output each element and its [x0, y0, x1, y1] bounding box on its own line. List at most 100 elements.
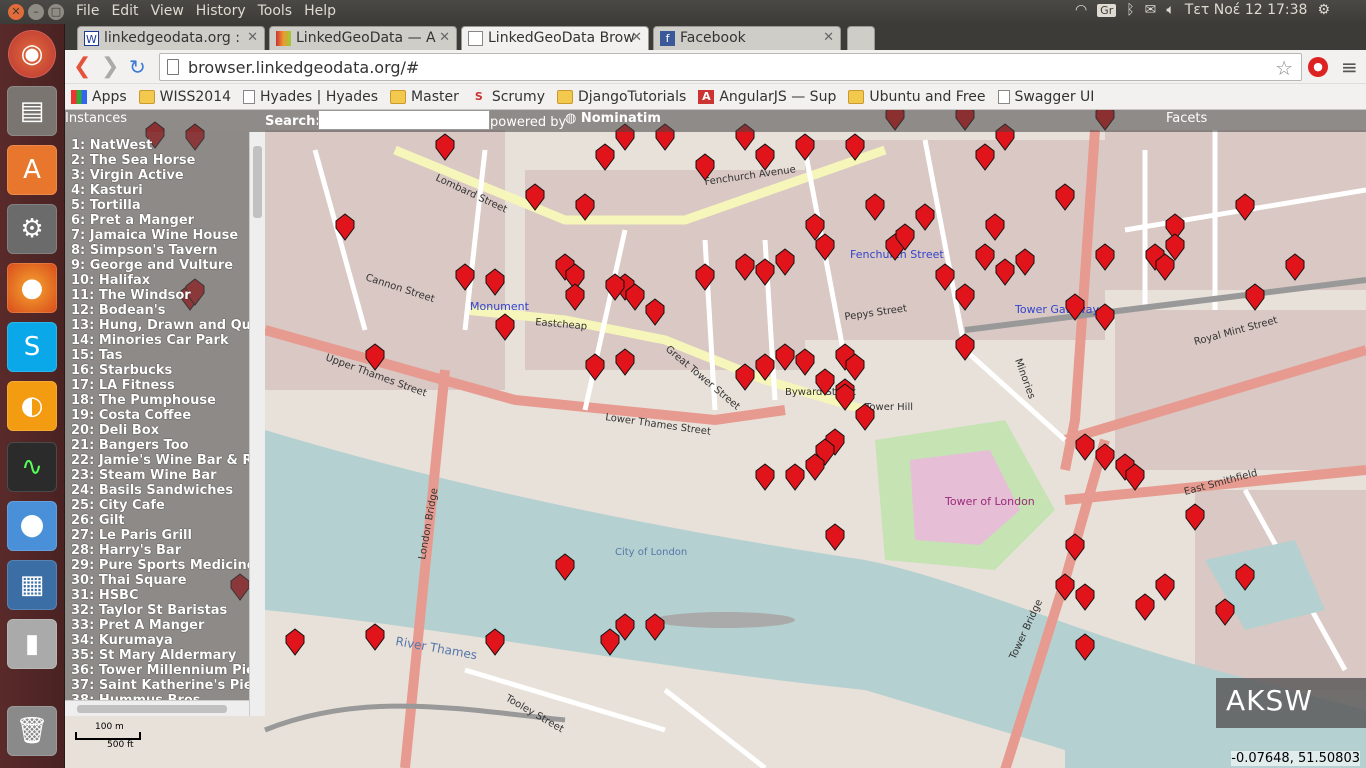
instance-item[interactable]: 37: Saint Katherine's Pier [71, 678, 265, 693]
instances-horizontal-scrollbar[interactable] [65, 700, 249, 716]
skype-icon[interactable]: S [7, 322, 57, 372]
adblock-icon[interactable]: ● [1308, 57, 1328, 77]
instance-item[interactable]: 19: Costa Coffee [71, 408, 265, 423]
instance-item[interactable]: 17: LA Fitness [71, 378, 265, 393]
software-center-icon[interactable]: A [7, 145, 57, 195]
menu-history[interactable]: History [190, 3, 252, 19]
new-tab-button[interactable] [847, 26, 875, 50]
mail-icon[interactable]: ✉ [1145, 2, 1157, 18]
wifi-icon[interactable]: ◠ [1075, 2, 1087, 18]
bookmark-scrumy[interactable]: S Scrumy [471, 89, 545, 105]
window-minimize-button[interactable]: – [28, 4, 44, 20]
clock[interactable]: Τετ Νοέ 12 17:38 [1185, 2, 1308, 18]
volume-icon[interactable]: 🔈︎ [1166, 2, 1174, 18]
menu-tools[interactable]: Tools [252, 3, 299, 19]
address-bar[interactable]: browser.linkedgeodata.org/# ☆ [159, 53, 1302, 81]
instance-item[interactable]: 27: Le Paris Grill [71, 528, 265, 543]
bluetooth-icon[interactable]: ᛒ [1126, 2, 1134, 18]
instance-item[interactable]: 23: Steam Wine Bar [71, 468, 265, 483]
instance-item[interactable]: 21: Bangers Too [71, 438, 265, 453]
bookmark-star-icon[interactable]: ☆ [1275, 56, 1293, 80]
document-viewer-icon[interactable]: ▦ [7, 560, 57, 610]
instance-item[interactable]: 34: Kurumaya [71, 633, 265, 648]
instance-item[interactable]: 28: Harry's Bar [71, 543, 265, 558]
bookmark-djangotutorials[interactable]: DjangoTutorials [556, 89, 686, 105]
instance-item[interactable]: 20: Deli Box [71, 423, 265, 438]
tab-facebook[interactable]: f Facebook ✕ [653, 26, 841, 50]
menu-help[interactable]: Help [298, 3, 342, 19]
tab-close-icon[interactable]: ✕ [439, 30, 450, 45]
instance-item[interactable]: 12: Bodean's [71, 303, 265, 318]
tab-linkedgeodata-wiki[interactable]: W linkedgeodata.org : ✕ [77, 26, 265, 50]
instance-item[interactable]: 1: NatWest [71, 138, 265, 153]
tab-close-icon[interactable]: ✕ [247, 30, 258, 45]
tab-linkedgeodata-browser[interactable]: LinkedGeoData Brow ✕ [461, 26, 649, 50]
facets-title[interactable]: Facets [1166, 111, 1207, 126]
search-input[interactable] [318, 110, 490, 130]
keyboard-layout-indicator[interactable]: Gr [1097, 3, 1117, 17]
instance-item[interactable]: 29: Pure Sports Medicine [71, 558, 265, 573]
instance-item[interactable]: 31: HSBC [71, 588, 265, 603]
instance-item[interactable]: 26: Gilt [71, 513, 265, 528]
instance-item[interactable]: 18: The Pumphouse [71, 393, 265, 408]
firefox-icon[interactable]: ● [7, 263, 57, 313]
instance-item[interactable]: 9: George and Vulture [71, 258, 265, 273]
back-arrow-icon[interactable]: ❮ [73, 56, 91, 78]
bookmark-swagger[interactable]: Swagger UI [997, 89, 1094, 105]
eclipse-icon[interactable]: ◐ [7, 381, 57, 431]
instance-item[interactable]: 3: Virgin Active [71, 168, 265, 183]
tab-close-icon[interactable]: ✕ [823, 30, 834, 45]
instance-item[interactable]: 13: Hung, Drawn and Quartered [71, 318, 265, 333]
ubuntu-dash-icon[interactable]: ◉ [8, 30, 56, 78]
instance-item[interactable]: 22: Jamie's Wine Bar & Restaurant [71, 453, 265, 468]
menu-file[interactable]: File [70, 3, 105, 19]
media-player-icon[interactable]: ▮ [7, 619, 57, 669]
bookmark-ubuntu[interactable]: Ubuntu and Free [848, 89, 986, 105]
bookmark-angularjs[interactable]: A AngularJS — Sup [698, 89, 836, 105]
hamburger-menu-icon[interactable]: ≡ [1341, 55, 1358, 79]
system-monitor-icon[interactable]: ∿ [7, 442, 57, 492]
instances-vertical-scrollbar[interactable] [249, 132, 265, 716]
chromium-icon[interactable]: ◎ [7, 501, 57, 551]
bookmark-master[interactable]: Master [390, 89, 459, 105]
instance-item[interactable]: 33: Pret A Manger [71, 618, 265, 633]
window-close-button[interactable]: ✕ [8, 4, 24, 20]
window-maximize-button[interactable]: □ [48, 4, 64, 20]
reload-icon[interactable]: ↻ [129, 55, 146, 79]
scrollbar-thumb[interactable] [253, 146, 262, 218]
nominatim-link[interactable]: ◍ Nominatim [565, 111, 661, 126]
instance-item[interactable]: 2: The Sea Horse [71, 153, 265, 168]
forward-arrow-icon[interactable]: ❯ [101, 56, 119, 78]
instance-item[interactable]: 6: Pret a Manger [71, 213, 265, 228]
instance-item[interactable]: 32: Taylor St Baristas [71, 603, 265, 618]
tab-close-icon[interactable]: ✕ [631, 30, 642, 45]
instance-item[interactable]: 7: Jamaica Wine House [71, 228, 265, 243]
aksw-logo[interactable]: AKSW [1216, 678, 1366, 728]
files-icon[interactable]: ▤ [7, 86, 57, 136]
tab-linkedgeodata-about[interactable]: LinkedGeoData — A ✕ [269, 26, 457, 50]
bookmark-wiss2014[interactable]: WISS2014 [138, 89, 231, 105]
instance-item[interactable]: 8: Simpson's Tavern [71, 243, 265, 258]
instance-item[interactable]: 4: Kasturi [71, 183, 265, 198]
gear-icon[interactable]: ⚙ [1317, 2, 1330, 18]
instance-item[interactable]: 16: Starbucks [71, 363, 265, 378]
bookmark-label: Apps [92, 88, 127, 105]
instance-item[interactable]: 24: Basils Sandwiches [71, 483, 265, 498]
scale-bar [75, 732, 141, 740]
instance-item[interactable]: 35: St Mary Aldermary [71, 648, 265, 663]
instance-item[interactable]: 14: Minories Car Park [71, 333, 265, 348]
instance-item[interactable]: 15: Tas [71, 348, 265, 363]
scrollbar-thumb[interactable] [77, 705, 227, 713]
instance-item[interactable]: 11: The Windsor [71, 288, 265, 303]
instance-item[interactable]: 10: Halifax [71, 273, 265, 288]
bookmark-apps[interactable]: Apps [71, 89, 127, 105]
instance-item[interactable]: 30: Thai Square [71, 573, 265, 588]
settings-icon[interactable]: ⚙ [7, 204, 57, 254]
instance-item[interactable]: 36: Tower Millennium Pier [71, 663, 265, 678]
instance-item[interactable]: 25: City Cafe [71, 498, 265, 513]
menu-edit[interactable]: Edit [105, 3, 144, 19]
menu-view[interactable]: View [145, 3, 190, 19]
bookmark-hyades[interactable]: Hyades | Hyades [243, 89, 378, 105]
trash-icon[interactable]: 🗑︎ [7, 706, 57, 756]
instance-item[interactable]: 5: Tortilla [71, 198, 265, 213]
